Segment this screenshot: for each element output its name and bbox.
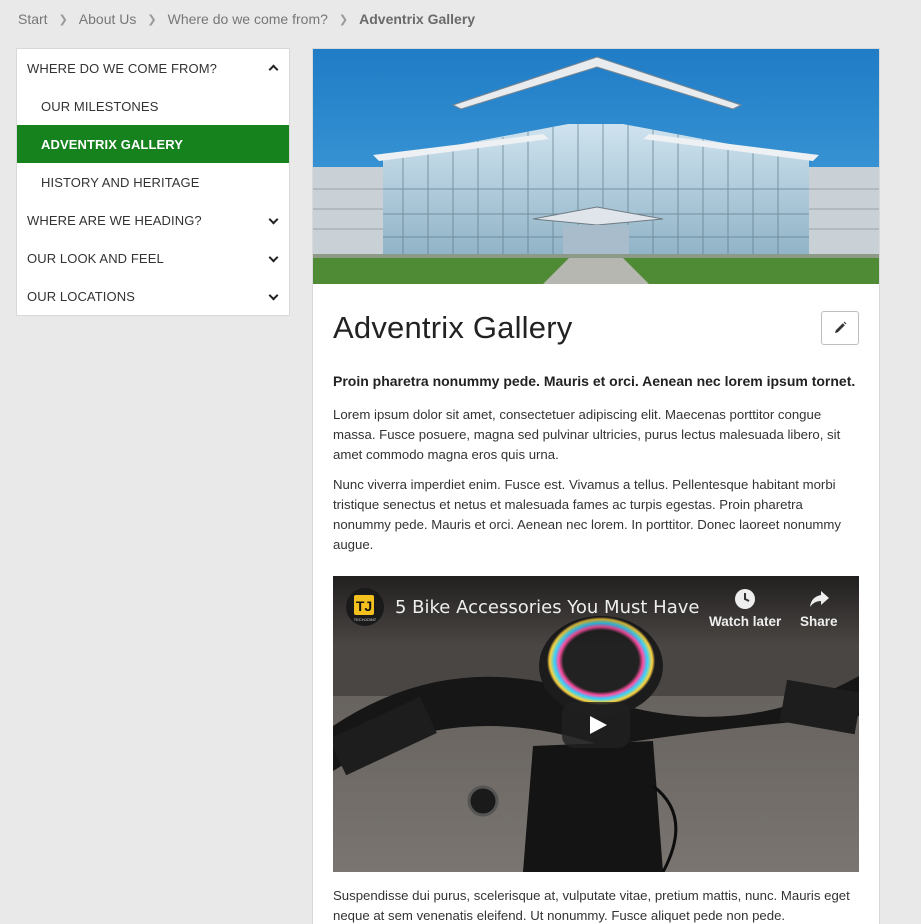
chevron-up-icon[interactable] (267, 62, 279, 74)
sidebar-item-label: WHERE DO WE COME FROM? (27, 60, 217, 76)
channel-logo-subtext: TECHJOINT (354, 617, 377, 622)
article: Adventrix Gallery Proin pharetra nonummy… (313, 309, 879, 924)
breadcrumb: Start ❯ About Us ❯ Where do we come from… (18, 10, 475, 28)
sidebar-nav: WHERE DO WE COME FROM? OUR MILESTONES AD… (16, 48, 290, 316)
channel-logo[interactable]: TJ TECHJOINT (346, 588, 384, 626)
main-content: Adventrix Gallery Proin pharetra nonummy… (312, 48, 880, 924)
breadcrumb-current: Adventrix Gallery (359, 11, 476, 27)
body-paragraph: Lorem ipsum dolor sit amet, consectetuer… (333, 407, 841, 462)
share-arrow-icon (809, 591, 829, 607)
share-label: Share (800, 614, 838, 629)
sidebar-item-our-milestones[interactable]: OUR MILESTONES (17, 87, 289, 125)
breadcrumb-where-do-we-come-from[interactable]: Where do we come from? (168, 11, 328, 27)
play-button-icon[interactable] (562, 702, 630, 748)
video-player[interactable]: TJ TECHJOINT 5 Bike Accessories You Must… (333, 576, 859, 872)
sidebar-item-label: OUR LOCATIONS (27, 288, 135, 304)
watch-later-button[interactable]: Watch later (709, 588, 781, 629)
chevron-down-icon[interactable] (267, 214, 279, 226)
sidebar-item-history-and-heritage[interactable]: HISTORY AND HERITAGE (17, 163, 289, 201)
page-title: Adventrix Gallery (333, 310, 573, 345)
breadcrumb-start[interactable]: Start (18, 11, 48, 27)
body-paragraph: Suspendisse dui purus, scelerisque at, v… (333, 888, 850, 923)
sidebar-item-our-look-and-feel[interactable]: OUR LOOK AND FEEL (17, 239, 289, 277)
breadcrumb-separator-icon: ❯ (58, 13, 68, 26)
channel-logo-icon: TJ TECHJOINT (354, 595, 377, 622)
clock-icon (735, 589, 756, 609)
watch-later-label: Watch later (709, 614, 782, 629)
breadcrumb-separator-icon: ❯ (147, 13, 157, 26)
pencil-icon (835, 321, 847, 333)
video-title[interactable]: 5 Bike Accessories You Must Have (395, 597, 699, 618)
sidebar-item-our-locations[interactable]: OUR LOCATIONS (17, 277, 289, 315)
sidebar-item-label: HISTORY AND HERITAGE (41, 174, 200, 190)
hero-image (313, 49, 879, 284)
lead-paragraph: Proin pharetra nonummy pede. Mauris et o… (333, 373, 856, 389)
sidebar-item-where-are-we-heading[interactable]: WHERE ARE WE HEADING? (17, 201, 289, 239)
share-button[interactable]: Share (800, 588, 838, 629)
channel-logo-letters: TJ (356, 598, 372, 614)
breadcrumb-about-us[interactable]: About Us (79, 11, 137, 27)
sidebar-item-label: OUR MILESTONES (41, 98, 159, 114)
sidebar-item-label: ADVENTRIX GALLERY (41, 136, 184, 152)
sidebar-item-label: WHERE ARE WE HEADING? (27, 212, 202, 228)
sidebar-item-adventrix-gallery[interactable]: ADVENTRIX GALLERY (17, 125, 289, 163)
edit-button[interactable] (821, 311, 859, 345)
chevron-down-icon[interactable] (267, 252, 279, 264)
body-paragraph: Nunc viverra imperdiet enim. Fusce est. … (333, 477, 841, 552)
title-row: Adventrix Gallery (333, 309, 859, 347)
breadcrumb-separator-icon: ❯ (338, 13, 349, 26)
chevron-down-icon[interactable] (267, 290, 279, 302)
sidebar-item-where-do-we-come-from[interactable]: WHERE DO WE COME FROM? (17, 49, 289, 87)
sidebar-item-label: OUR LOOK AND FEEL (27, 250, 164, 266)
